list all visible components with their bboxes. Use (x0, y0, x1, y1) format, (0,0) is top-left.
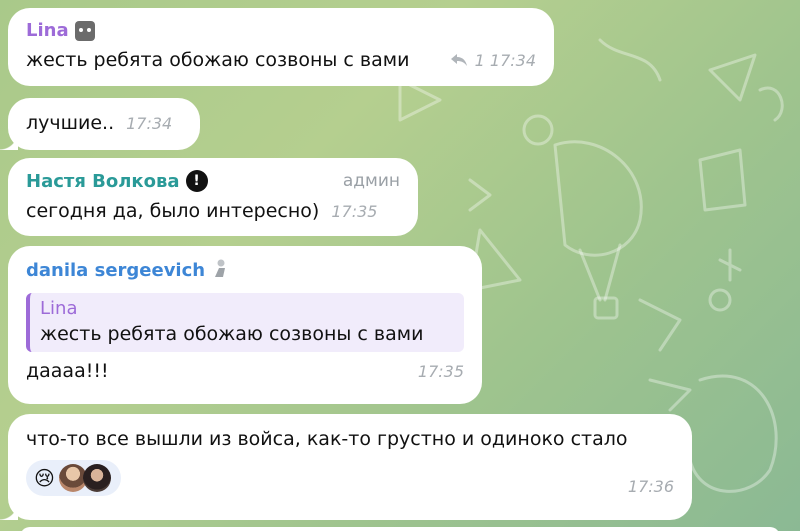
message-text: жесть ребята обожаю созвоны с вами (26, 49, 410, 71)
quoted-sender: Lina (40, 298, 78, 319)
avatar[interactable] (82, 464, 111, 492)
reply-arrow-icon[interactable] (450, 51, 468, 70)
quoted-text: жесть ребята обожаю созвоны с вами (40, 323, 424, 345)
message-text: что-то все вышли из войса, как-то грустн… (26, 428, 628, 450)
message-text: даааа!!! (26, 360, 109, 382)
message-time: 17:36 (627, 477, 674, 496)
reaction-chip[interactable]: 😢 (26, 460, 121, 496)
cat-emoji-icon (74, 20, 95, 41)
message-bubble[interactable]: что-то все вышли из войса, как-то грустн… (0, 414, 692, 520)
message-sender: Lina (26, 20, 536, 41)
message-bubble[interactable]: Настя Волкова ! админ сегодня да, было и… (8, 158, 418, 236)
message-sender: danila sergeevich (26, 258, 464, 283)
message-time: 17:34 (126, 114, 173, 133)
message-text: сегодня да, было интересно) (26, 200, 320, 222)
message-bubble[interactable]: Lina жесть ребята обожаю созвоны с вами … (8, 8, 554, 86)
sender-name[interactable]: Lina (26, 20, 69, 41)
sender-name[interactable]: danila sergeevich (26, 260, 205, 281)
quoted-reply[interactable]: Lina жесть ребята обожаю созвоны с вами (26, 293, 464, 352)
message-sender: Настя Волкова ! админ (26, 170, 400, 192)
message-time: 17:35 (417, 362, 464, 381)
crying-face-icon: 😢 (34, 466, 55, 490)
message-time: 17:35 (331, 202, 378, 221)
message-bubble[interactable]: лучшие.. 17:34 (0, 98, 200, 150)
exclamation-icon: ! (185, 170, 208, 192)
figure-emoji-icon (211, 258, 229, 283)
message-meta: 1 17:34 (450, 51, 536, 70)
sender-name[interactable]: Настя Волкова (26, 171, 180, 192)
message-bubble-partial (20, 527, 780, 531)
message-time: 17:34 (489, 51, 536, 70)
admin-role-label: админ (342, 171, 400, 191)
message-bubble[interactable]: danila sergeevich Lina жесть ребята обож… (8, 246, 482, 404)
reply-count: 1 (474, 51, 485, 70)
message-text: лучшие.. (26, 112, 115, 134)
